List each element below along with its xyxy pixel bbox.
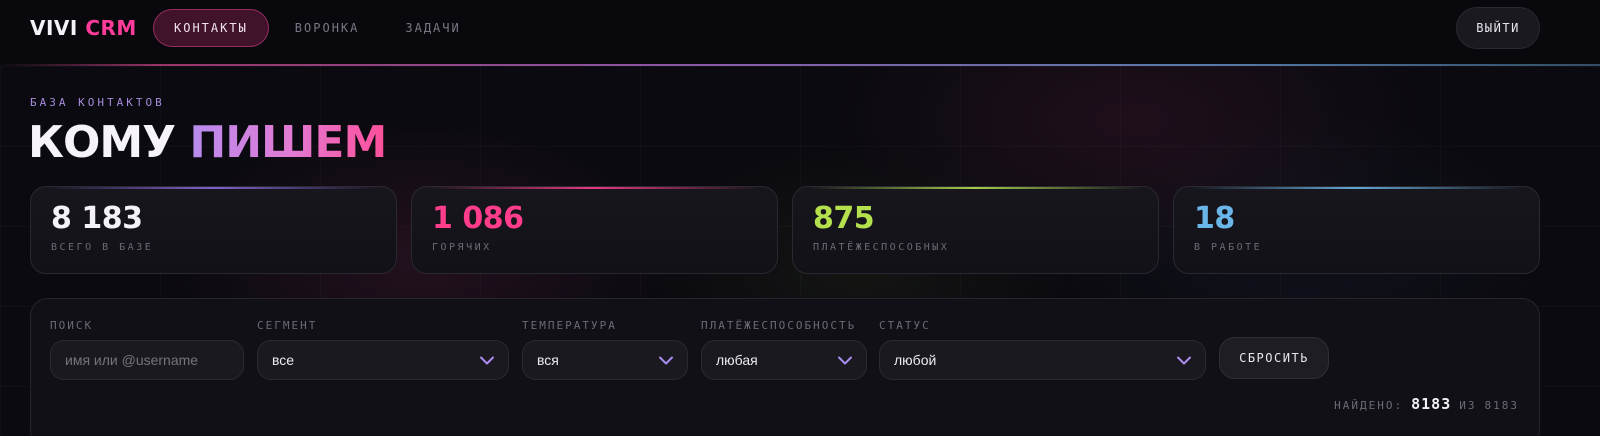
found-count: 8183 [1411,395,1452,413]
stat-value: 18 [1194,201,1235,236]
section-eyebrow: БАЗА КОНТАКТОВ [30,96,165,109]
tab-funnel[interactable]: ВОРОНКА [275,9,380,47]
page-title: КОМУ ПИШЕМ [28,117,387,168]
search-label: ПОИСК [50,319,94,332]
search-input[interactable] [50,340,244,380]
status-select[interactable]: любой [879,340,1206,380]
chevron-down-icon [838,353,852,367]
temperature-value: вся [537,352,559,368]
stat-value: 1 086 [432,201,524,236]
stat-value: 875 [813,201,875,236]
reset-button[interactable]: СБРОСИТЬ [1219,337,1329,379]
segment-label: СЕГМЕНТ [257,319,318,332]
logout-button[interactable]: ВЫЙТИ [1456,7,1540,49]
found-total: 8183 [1484,399,1519,412]
temperature-label: ТЕМПЕРАТУРА [522,319,617,332]
tab-tasks[interactable]: ЗАДАЧИ [385,9,480,47]
chevron-down-icon [1177,353,1191,367]
status-value: любой [894,352,937,368]
logo-primary: VIVI [30,16,78,40]
status-label: СТАТУС [879,319,931,332]
temperature-select[interactable]: вся [522,340,688,380]
chevron-down-icon [659,353,673,367]
solvency-value: любая [716,352,758,368]
solvency-label: ПЛАТЁЖЕСПОСОБНОСТЬ [701,319,857,332]
stat-value: 8 183 [51,201,143,236]
main-nav: КОНТАКТЫ ВОРОНКА ЗАДАЧИ [153,9,487,47]
top-navigation-bar: VIVI CRM КОНТАКТЫ ВОРОНКА ЗАДАЧИ ВЫЙТИ [0,0,1600,66]
results-counter: НАЙДЕНО: 8183 ИЗ 8183 [1334,395,1519,413]
app-logo[interactable]: VIVI CRM [30,16,137,40]
chevron-down-icon [480,353,494,367]
stat-card-solvent: 875 ПЛАТЁЖЕСПОСОБНЫХ [792,186,1159,274]
found-of: ИЗ [1459,399,1477,412]
stat-label: В РАБОТЕ [1194,242,1263,253]
stat-card-total: 8 183 ВСЕГО В БАЗЕ [30,186,397,274]
filters-panel: ПОИСК СЕГМЕНТ все ТЕМПЕРАТУРА вся ПЛАТЁЖ… [30,298,1540,436]
stat-card-hot: 1 086 ГОРЯЧИХ [411,186,778,274]
stat-label: ВСЕГО В БАЗЕ [51,242,154,253]
stat-label: ПЛАТЁЖЕСПОСОБНЫХ [813,242,950,253]
solvency-select[interactable]: любая [701,340,867,380]
segment-select[interactable]: все [257,340,509,380]
found-prefix: НАЙДЕНО: [1334,399,1404,412]
title-part-1: КОМУ [28,117,176,168]
tab-contacts[interactable]: КОНТАКТЫ [153,9,269,47]
stats-row: 8 183 ВСЕГО В БАЗЕ 1 086 ГОРЯЧИХ 875 ПЛА… [30,186,1540,274]
logo-accent: CRM [85,16,137,40]
stat-card-in-work: 18 В РАБОТЕ [1173,186,1540,274]
segment-value: все [272,352,295,368]
stat-label: ГОРЯЧИХ [432,242,492,253]
title-part-2: ПИШЕМ [189,117,387,168]
